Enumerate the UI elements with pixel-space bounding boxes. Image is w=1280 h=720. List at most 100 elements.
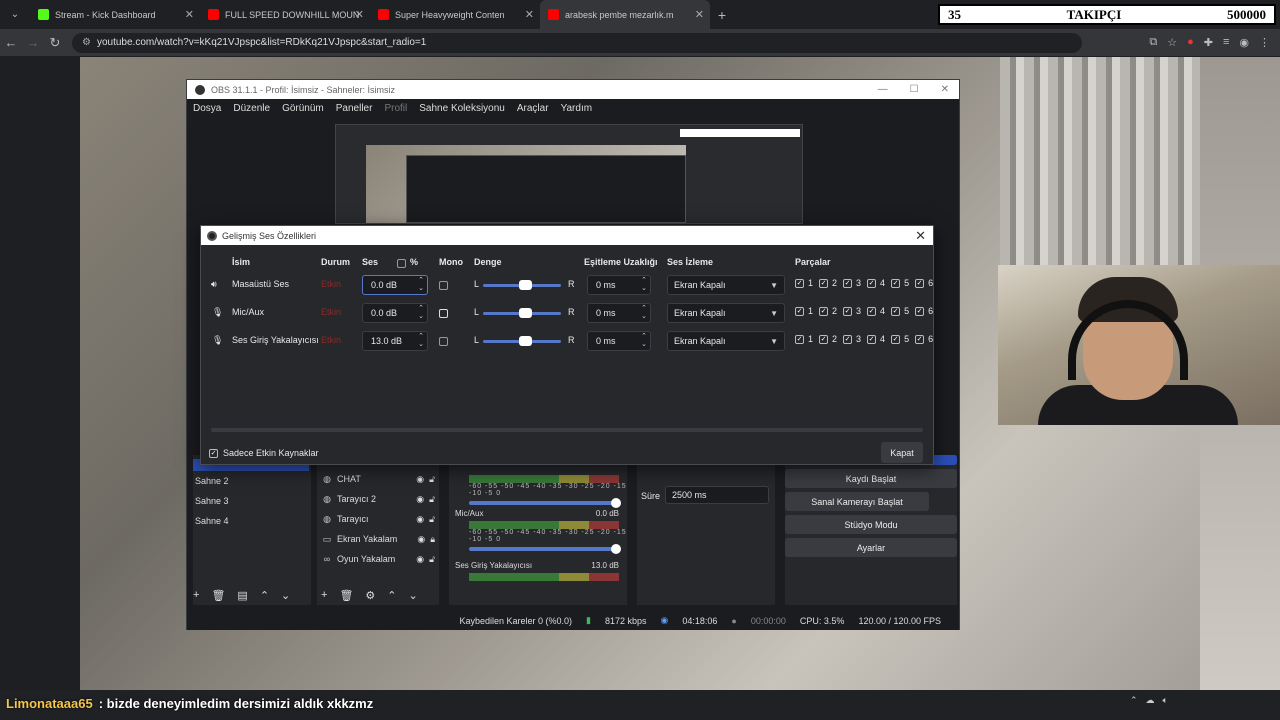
up-icon[interactable]: ⌃ [260, 589, 269, 602]
site-info-icon[interactable]: ⚙ [82, 37, 91, 48]
mono-checkbox[interactable] [439, 309, 448, 318]
monitoring-select[interactable]: Ekran Kapalı ▼ [667, 331, 785, 351]
bookmark-star-icon[interactable]: ☆ [1167, 36, 1177, 49]
scene-item[interactable]: Sahne 2 [193, 471, 311, 491]
start-recording-button[interactable]: Kaydı Başlat [785, 469, 957, 488]
track-checkbox[interactable]: ✓ [915, 278, 925, 288]
spin-arrows-icon[interactable]: ⌃ ⌄ [641, 333, 647, 349]
track-checkbox[interactable]: ✓ [819, 278, 829, 288]
track-checkbox[interactable]: ✓ [795, 306, 804, 316]
settings-button[interactable]: Ayarlar [785, 538, 957, 557]
horizontal-scrollbar[interactable] [211, 428, 923, 432]
checkbox-checked-icon[interactable]: ✓ [209, 448, 218, 458]
install-icon[interactable]: ⧉ [1149, 36, 1157, 49]
browser-tab-kick[interactable]: Stream - Kick Dashboard ✕ [30, 0, 200, 29]
start-virtual-camera-button[interactable]: Sanal Kamerayı Başlat [785, 492, 929, 511]
menu-sahne-koleksiyonu[interactable]: Sahne Koleksiyonu [419, 103, 505, 114]
volume-icon[interactable]: 🔈︎ [1163, 695, 1168, 706]
monitoring-select[interactable]: Ekran Kapalı ▼ [667, 303, 785, 323]
scene-item[interactable]: Sahne 3 [193, 491, 311, 511]
browser-tab-arabesk[interactable]: arabesk pembe mezarlık.m ✕ [540, 0, 710, 29]
monitoring-select[interactable]: Ekran Kapalı ▼ [667, 275, 785, 295]
volume-slider[interactable] [469, 498, 621, 508]
balance-slider[interactable] [483, 308, 561, 318]
menu-icon[interactable]: ⋮ [1259, 36, 1270, 49]
source-item[interactable]: ◍ Tarayıcı 2 ◉ 🔓︎ [317, 489, 439, 509]
menu-profil[interactable]: Profil [384, 103, 407, 114]
trash-icon[interactable]: 🗑︎ [211, 589, 225, 602]
close-button[interactable]: Kapat [881, 442, 923, 463]
lock-closed-icon[interactable]: 🔒︎ [430, 534, 435, 545]
track-checkbox[interactable]: ✓ [867, 334, 877, 344]
mono-checkbox[interactable] [439, 337, 448, 346]
reload-icon[interactable]: ↻ [44, 35, 66, 51]
track-checkbox[interactable]: ✓ [819, 306, 829, 316]
extension-record-icon[interactable]: ● [1187, 36, 1194, 49]
balance-slider[interactable] [483, 336, 561, 346]
track-checkbox[interactable]: ✓ [915, 334, 925, 344]
percent-checkbox[interactable] [397, 259, 406, 268]
source-item[interactable]: ∞ Oyun Yakalam ◉ 🔓︎ [317, 549, 439, 569]
chevron-up-icon[interactable]: ⌃ [1130, 695, 1138, 706]
source-item[interactable]: ◍ CHAT ◉ 🔓︎ [317, 469, 439, 489]
lock-open-icon[interactable]: 🔓︎ [429, 514, 435, 525]
close-icon[interactable]: ✕ [695, 8, 704, 21]
status-toggle[interactable]: Etkin [321, 279, 341, 289]
spin-arrows-icon[interactable]: ⌃ ⌄ [418, 333, 424, 349]
track-checkbox[interactable]: ✓ [795, 334, 804, 344]
forward-icon[interactable]: → [22, 35, 44, 50]
track-checkbox[interactable]: ✓ [891, 278, 901, 288]
volume-input[interactable]: 0.0 dB ⌃ ⌄ [362, 275, 428, 295]
add-icon[interactable]: + [193, 589, 199, 602]
extensions-icon[interactable]: ✚ [1204, 36, 1213, 49]
menu-dosya[interactable]: Dosya [193, 103, 221, 114]
network-icon[interactable]: ☁ [1146, 695, 1155, 706]
trash-icon[interactable]: 🗑︎ [339, 589, 353, 602]
active-only-toggle[interactable]: ✓ Sadece Etkin Kaynaklar [209, 448, 319, 458]
close-icon[interactable]: ✕ [355, 8, 364, 21]
lock-open-icon[interactable]: 🔓︎ [429, 554, 435, 565]
lock-open-icon[interactable]: 🔓︎ [429, 474, 435, 485]
track-checkbox[interactable]: ✓ [843, 334, 853, 344]
mono-checkbox[interactable] [439, 281, 448, 290]
studio-mode-button[interactable]: Stüdyo Modu [785, 515, 957, 534]
scene-item[interactable]: Sahne 4 [193, 511, 311, 531]
browser-tab-downhill[interactable]: FULL SPEED DOWNHILL MOUN ✕ [200, 0, 370, 29]
close-icon[interactable]: ✕ [185, 8, 194, 21]
sync-offset-input[interactable]: 0 ms ⌃ ⌄ [587, 275, 651, 295]
balance-slider[interactable] [483, 280, 561, 290]
spin-arrows-icon[interactable]: ⌃ ⌄ [418, 277, 424, 293]
source-item[interactable]: ▭ Ekran Yakalam ◉ 🔒︎ [317, 529, 439, 549]
track-checkbox[interactable]: ✓ [867, 306, 877, 316]
gear-icon[interactable]: ⚙ [365, 589, 375, 602]
browser-tab-heavyweight[interactable]: Super Heavyweight Conten ✕ [370, 0, 540, 29]
down-icon[interactable]: ⌄ [281, 589, 290, 602]
eye-icon[interactable]: ◉ [416, 514, 424, 525]
track-checkbox[interactable]: ✓ [891, 306, 901, 316]
back-icon[interactable]: ← [0, 35, 22, 50]
volume-input[interactable]: 0.0 dB ⌃ ⌄ [362, 303, 428, 323]
sync-offset-input[interactable]: 0 ms ⌃ ⌄ [587, 331, 651, 351]
track-checkbox[interactable]: ✓ [843, 306, 853, 316]
track-checkbox[interactable]: ✓ [843, 278, 853, 288]
tab-search-icon[interactable]: ⌄ [0, 9, 30, 20]
track-checkbox[interactable]: ✓ [819, 334, 829, 344]
track-checkbox[interactable]: ✓ [891, 334, 901, 344]
track-checkbox[interactable]: ✓ [795, 278, 804, 288]
track-checkbox[interactable]: ✓ [915, 306, 925, 316]
eye-icon[interactable]: ◉ [417, 534, 425, 545]
spin-arrows-icon[interactable]: ⌃ ⌄ [641, 305, 647, 321]
obs-preview[interactable] [335, 124, 803, 224]
filter-icon[interactable]: ▤ [237, 589, 247, 602]
minimize-icon[interactable]: — [878, 84, 888, 95]
track-checkbox[interactable]: ✓ [867, 278, 877, 288]
lock-open-icon[interactable]: 🔓︎ [429, 494, 435, 505]
up-icon[interactable]: ⌃ [387, 589, 396, 602]
url-bar[interactable]: ⚙ youtube.com/watch?v=kKq21VJpspc&list=R… [72, 32, 1082, 53]
close-icon[interactable]: ✕ [915, 228, 926, 244]
menu-duzenle[interactable]: Düzenle [233, 103, 270, 114]
close-icon[interactable]: ✕ [525, 8, 534, 21]
down-icon[interactable]: ⌄ [409, 589, 418, 602]
spin-arrows-icon[interactable]: ⌃ ⌄ [418, 305, 424, 321]
eye-icon[interactable]: ◉ [416, 494, 424, 505]
